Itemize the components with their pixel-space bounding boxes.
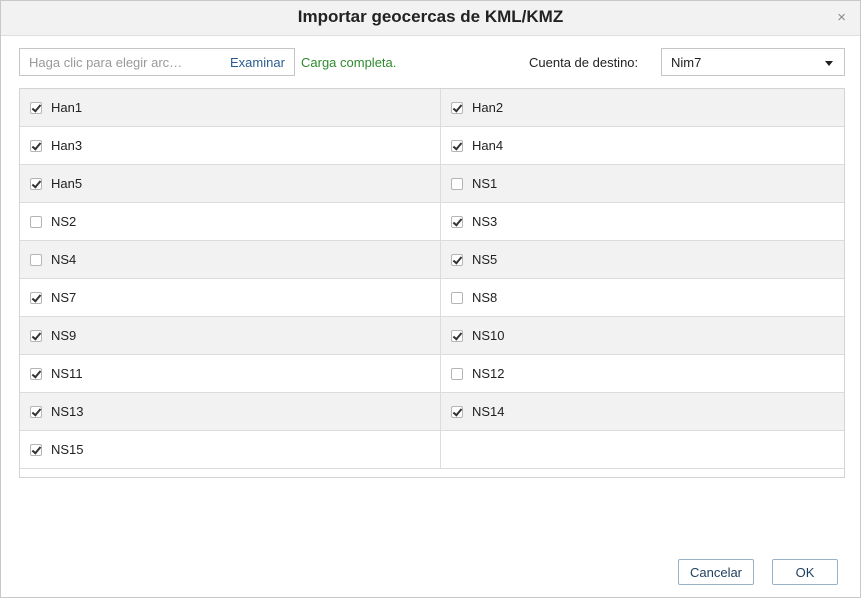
import-toolbar: Haga clic para elegir arc… Examinar Carg… (19, 48, 845, 78)
geofence-label: NS4 (51, 252, 77, 267)
geofence-item[interactable]: NS1 (441, 165, 844, 203)
geofence-item[interactable]: NS7 (20, 279, 441, 317)
geofence-item[interactable]: NS9 (20, 317, 441, 355)
upload-status: Carga completa. (301, 55, 397, 70)
geofence-item[interactable]: NS2 (20, 203, 441, 241)
geofence-checkbox[interactable] (451, 177, 463, 190)
geofence-checkbox[interactable] (30, 443, 42, 456)
geofence-label: NS14 (472, 404, 505, 419)
geofence-label: Han2 (472, 100, 504, 115)
geofence-label: Han5 (51, 176, 83, 191)
geofence-item[interactable]: NS11 (20, 355, 441, 393)
geofence-label: NS3 (472, 214, 498, 229)
geofence-item[interactable]: Han2 (441, 89, 844, 127)
geofence-item[interactable]: NS13 (20, 393, 441, 431)
geofence-checkbox[interactable] (451, 215, 463, 228)
geofence-item[interactable]: NS15 (20, 431, 441, 469)
file-picker-field[interactable]: Haga clic para elegir arc… Examinar (19, 48, 295, 76)
browse-button[interactable]: Examinar (230, 55, 285, 70)
geofence-label: NS12 (472, 366, 505, 381)
geofence-item[interactable]: NS4 (20, 241, 441, 279)
geofence-label: NS1 (472, 176, 498, 191)
geofence-label: Han4 (472, 138, 504, 153)
geofence-label: NS13 (51, 404, 84, 419)
geofence-checkbox[interactable] (30, 215, 42, 228)
cancel-button[interactable]: Cancelar (678, 559, 754, 585)
geofence-item[interactable]: NS3 (441, 203, 844, 241)
geofence-checkbox[interactable] (30, 367, 42, 380)
geofence-checkbox[interactable] (30, 101, 42, 114)
geofence-label: NS15 (51, 442, 84, 457)
geofence-item[interactable]: Han3 (20, 127, 441, 165)
geofence-checkbox[interactable] (451, 405, 463, 418)
geofence-label: Han1 (51, 100, 83, 115)
close-icon[interactable]: × (837, 10, 846, 26)
geofence-item[interactable]: NS10 (441, 317, 844, 355)
geofence-label: NS5 (472, 252, 498, 267)
geofence-label: NS7 (51, 290, 77, 305)
geofence-checkbox[interactable] (30, 253, 42, 266)
geofence-checkbox[interactable] (30, 405, 42, 418)
geofence-item[interactable]: Han5 (20, 165, 441, 203)
geofence-checkbox[interactable] (30, 291, 42, 304)
geofence-list: Han1 Han2 Han3 Han4 Han5 NS1 NS2 NS3 NS4 NS5 NS7 NS… (19, 88, 845, 478)
geofence-label: NS2 (51, 214, 77, 229)
geofence-checkbox[interactable] (30, 177, 42, 190)
dialog-titlebar: Importar geocercas de KML/KMZ × (1, 1, 860, 36)
empty-cell (441, 431, 844, 469)
geofence-item[interactable]: NS12 (441, 355, 844, 393)
geofence-checkbox[interactable] (451, 367, 463, 380)
chevron-down-icon (825, 61, 833, 66)
geofence-label: NS9 (51, 328, 77, 343)
geofence-checkbox[interactable] (451, 291, 463, 304)
import-geofences-dialog: Importar geocercas de KML/KMZ × Haga cli… (0, 0, 861, 598)
geofence-checkbox[interactable] (451, 253, 463, 266)
file-picker-placeholder: Haga clic para elegir arc… (29, 55, 183, 70)
geofence-label: NS10 (472, 328, 505, 343)
geofence-checkbox[interactable] (451, 101, 463, 114)
geofence-grid: Han1 Han2 Han3 Han4 Han5 NS1 NS2 NS3 NS4 NS5 NS7 NS… (20, 89, 844, 469)
geofence-checkbox[interactable] (451, 139, 463, 152)
geofence-label: NS8 (472, 290, 498, 305)
geofence-item[interactable]: NS14 (441, 393, 844, 431)
geofence-item[interactable]: Han1 (20, 89, 441, 127)
target-account-select[interactable]: Nim7 (661, 48, 845, 76)
geofence-label: NS11 (51, 366, 83, 381)
geofence-checkbox[interactable] (30, 139, 42, 152)
geofence-item[interactable]: NS8 (441, 279, 844, 317)
ok-button[interactable]: OK (772, 559, 838, 585)
target-account-value: Nim7 (671, 55, 702, 70)
dialog-title: Importar geocercas de KML/KMZ (297, 7, 564, 26)
geofence-label: Han3 (51, 138, 83, 153)
geofence-checkbox[interactable] (451, 329, 463, 342)
geofence-checkbox[interactable] (30, 329, 42, 342)
geofence-item[interactable]: NS5 (441, 241, 844, 279)
target-account-label: Cuenta de destino: (529, 55, 639, 70)
geofence-item[interactable]: Han4 (441, 127, 844, 165)
